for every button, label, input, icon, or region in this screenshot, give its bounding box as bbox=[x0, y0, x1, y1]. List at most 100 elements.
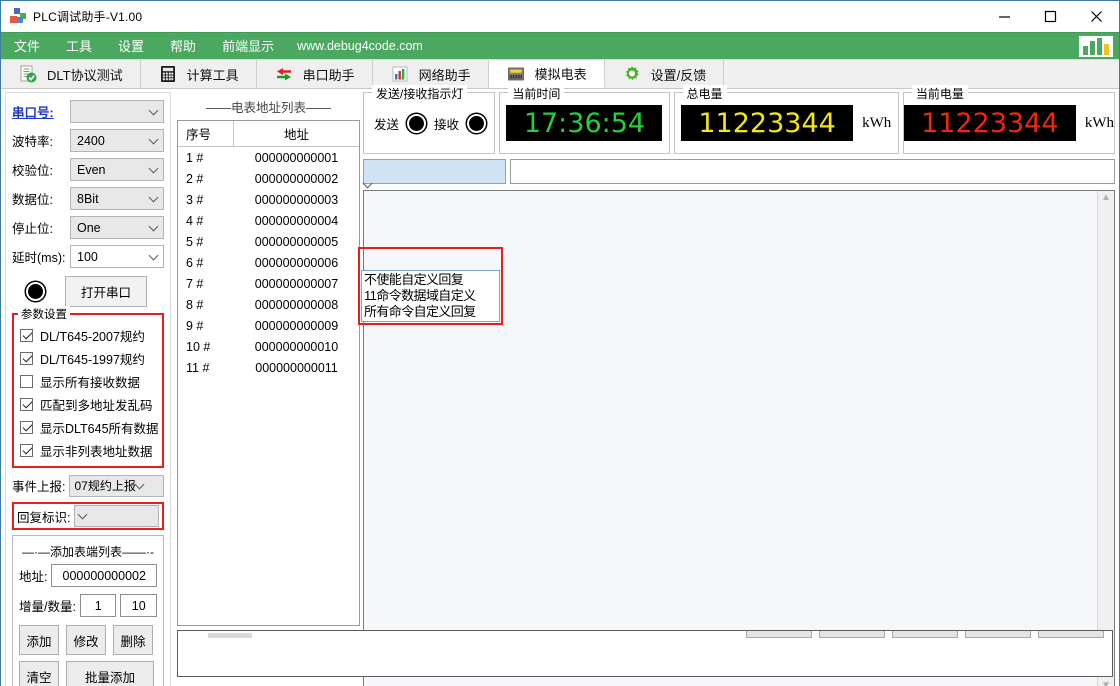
checkbox-show-all-received[interactable] bbox=[20, 375, 33, 388]
menu-item-help[interactable]: 帮助 bbox=[157, 33, 209, 60]
table-row[interactable]: 4 # 000000000004 bbox=[178, 210, 359, 231]
delete-button[interactable]: 删除 bbox=[113, 625, 153, 655]
checkbox-row[interactable]: 显示非列表地址数据 bbox=[20, 439, 158, 462]
open-serial-port-button[interactable]: 打开串口 bbox=[65, 276, 147, 307]
meter-action-row-2: 清空 批量添加 bbox=[19, 661, 157, 686]
table-row[interactable]: 11 # 000000000011 bbox=[178, 357, 359, 378]
data-bits-value: 8Bit bbox=[77, 192, 99, 206]
scroll-down-icon[interactable]: ▼ bbox=[1101, 682, 1111, 686]
column-header-index: 序号 bbox=[178, 121, 234, 146]
menu-item-frontend-display[interactable]: 前端显示 bbox=[209, 33, 287, 60]
cell-address: 000000000001 bbox=[234, 147, 359, 168]
cell-address: 000000000005 bbox=[234, 231, 359, 252]
bottom-status-panel[interactable] bbox=[177, 630, 1113, 677]
tab-simulated-meter[interactable]: 模拟电表 bbox=[489, 60, 605, 88]
add-button[interactable]: 添加 bbox=[19, 625, 59, 655]
cell-address: 000000000004 bbox=[234, 210, 359, 231]
scroll-up-icon[interactable]: ▲ bbox=[1101, 194, 1111, 202]
checkbox-row[interactable]: DL/T645-2007规约 bbox=[20, 324, 158, 347]
minimize-button[interactable] bbox=[981, 1, 1027, 31]
log-scrollbar[interactable]: ▲ ▼ bbox=[1097, 191, 1114, 686]
table-row[interactable]: 1 # 000000000001 bbox=[178, 147, 359, 168]
add-meter-list-title: —·—添加表端列表——·- bbox=[19, 539, 157, 562]
close-button[interactable] bbox=[1073, 1, 1119, 31]
status-segment[interactable] bbox=[819, 631, 885, 638]
table-row[interactable]: 2 # 000000000002 bbox=[178, 168, 359, 189]
event-report-label: 事件上报: bbox=[12, 476, 65, 495]
parity-select[interactable]: Even bbox=[70, 158, 164, 181]
count-input[interactable]: 10 bbox=[120, 594, 157, 617]
delay-label: 延时(ms): bbox=[12, 247, 70, 266]
current-time-value: 17:36:54 bbox=[524, 108, 645, 139]
tab-dlt-protocol-test[interactable]: DLT协议测试 bbox=[1, 60, 141, 88]
edit-button[interactable]: 修改 bbox=[66, 625, 106, 655]
increment-label: 增量/数量: bbox=[19, 596, 76, 615]
custom-reply-dropdown-list[interactable]: 不使能自定义回复 11命令数据域自定义 所有命令自定义回复 bbox=[361, 270, 500, 322]
table-row[interactable]: 7 # 000000000007 bbox=[178, 273, 359, 294]
checkbox-show-all-dlt645[interactable] bbox=[20, 421, 33, 434]
menu-item-tools[interactable]: 工具 bbox=[53, 33, 105, 60]
custom-reply-select[interactable] bbox=[363, 159, 506, 184]
checkbox-row[interactable]: DL/T645-1997规约 bbox=[20, 347, 158, 370]
tab-network-assistant[interactable]: 网络助手 bbox=[373, 60, 489, 88]
total-energy-group: 总电量 11223344 kWh bbox=[674, 92, 899, 154]
table-row[interactable]: 6 # 000000000006 bbox=[178, 252, 359, 273]
menu-website-link[interactable]: www.debug4code.com bbox=[287, 39, 423, 53]
status-segment[interactable] bbox=[746, 631, 812, 638]
dropdown-option[interactable]: 所有命令自定义回复 bbox=[362, 304, 499, 320]
maximize-button[interactable] bbox=[1027, 1, 1073, 31]
param-settings-legend: 参数设置 bbox=[18, 306, 70, 322]
checkbox-dlt645-1997[interactable] bbox=[20, 352, 33, 365]
window-title: PLC调试助手-V1.00 bbox=[33, 8, 142, 25]
recv-led-icon bbox=[467, 114, 486, 133]
increment-row: 增量/数量: 1 10 bbox=[19, 592, 157, 619]
field-row-stopbits: 停止位: One bbox=[12, 213, 164, 242]
menu-item-settings[interactable]: 设置 bbox=[105, 33, 157, 60]
command-entry-input[interactable] bbox=[510, 159, 1115, 184]
baud-rate-select[interactable]: 2400 bbox=[70, 129, 164, 152]
checkbox-dlt645-2007[interactable] bbox=[20, 329, 33, 342]
meter-address-input[interactable]: 000000000002 bbox=[51, 564, 157, 587]
current-energy-unit: kWh bbox=[1085, 115, 1114, 132]
table-row[interactable]: 10 # 000000000010 bbox=[178, 336, 359, 357]
status-segment[interactable] bbox=[1038, 631, 1104, 638]
dropdown-option[interactable]: 11命令数据域自定义 bbox=[362, 288, 499, 304]
increment-input[interactable]: 1 bbox=[80, 594, 117, 617]
address-table[interactable]: 序号 地址 1 # 000000000001 2 # 000000000002 … bbox=[177, 120, 360, 626]
meter-address-list-panel: ——电表地址列表—— 序号 地址 1 # 000000000001 2 # 00… bbox=[177, 92, 360, 686]
reply-flag-select[interactable] bbox=[74, 505, 159, 527]
serial-port-select[interactable] bbox=[70, 100, 164, 123]
checkbox-row[interactable]: 匹配到多地址发乱码 bbox=[20, 393, 158, 416]
dropdown-option[interactable]: 不使能自定义回复 bbox=[362, 272, 499, 288]
clear-button[interactable]: 清空 bbox=[19, 661, 59, 686]
bar-chart-icon[interactable] bbox=[1079, 36, 1113, 57]
calculator-icon bbox=[158, 64, 178, 84]
table-row[interactable]: 8 # 000000000008 bbox=[178, 294, 359, 315]
table-row[interactable]: 3 # 000000000003 bbox=[178, 189, 359, 210]
checkbox-row[interactable]: 显示DLT645所有数据 bbox=[20, 416, 158, 439]
cell-index: 11 # bbox=[178, 357, 234, 378]
data-bits-select[interactable]: 8Bit bbox=[70, 187, 164, 210]
checkbox-row[interactable]: 显示所有接收数据 bbox=[20, 370, 158, 393]
table-row[interactable]: 5 # 000000000005 bbox=[178, 231, 359, 252]
total-energy-unit: kWh bbox=[862, 115, 891, 132]
status-segment[interactable] bbox=[965, 631, 1031, 638]
log-output-panel[interactable]: ▲ ▼ bbox=[363, 190, 1115, 686]
meter-action-row-1: 添加 修改 删除 bbox=[19, 625, 157, 655]
batch-add-button[interactable]: 批量添加 bbox=[66, 661, 154, 686]
document-check-icon bbox=[18, 64, 38, 84]
tab-serial-assistant[interactable]: 串口助手 bbox=[257, 60, 373, 88]
event-report-select[interactable]: 07规约上报 bbox=[69, 475, 164, 497]
stop-bits-select[interactable]: One bbox=[70, 216, 164, 239]
menu-item-file[interactable]: 文件 bbox=[1, 33, 53, 60]
bottom-progress-indicator bbox=[208, 633, 252, 638]
serial-port-label[interactable]: 串口号: bbox=[12, 102, 70, 121]
tab-settings-feedback[interactable]: 设置/反馈 bbox=[605, 60, 725, 88]
checkbox-show-nonlist-address[interactable] bbox=[20, 444, 33, 457]
cell-index: 7 # bbox=[178, 273, 234, 294]
table-row[interactable]: 9 # 000000000009 bbox=[178, 315, 359, 336]
checkbox-multi-address-garbled[interactable] bbox=[20, 398, 33, 411]
status-segment[interactable] bbox=[892, 631, 958, 638]
tab-calc-tools[interactable]: 计算工具 bbox=[141, 60, 257, 88]
delay-select[interactable]: 100 bbox=[70, 245, 164, 268]
